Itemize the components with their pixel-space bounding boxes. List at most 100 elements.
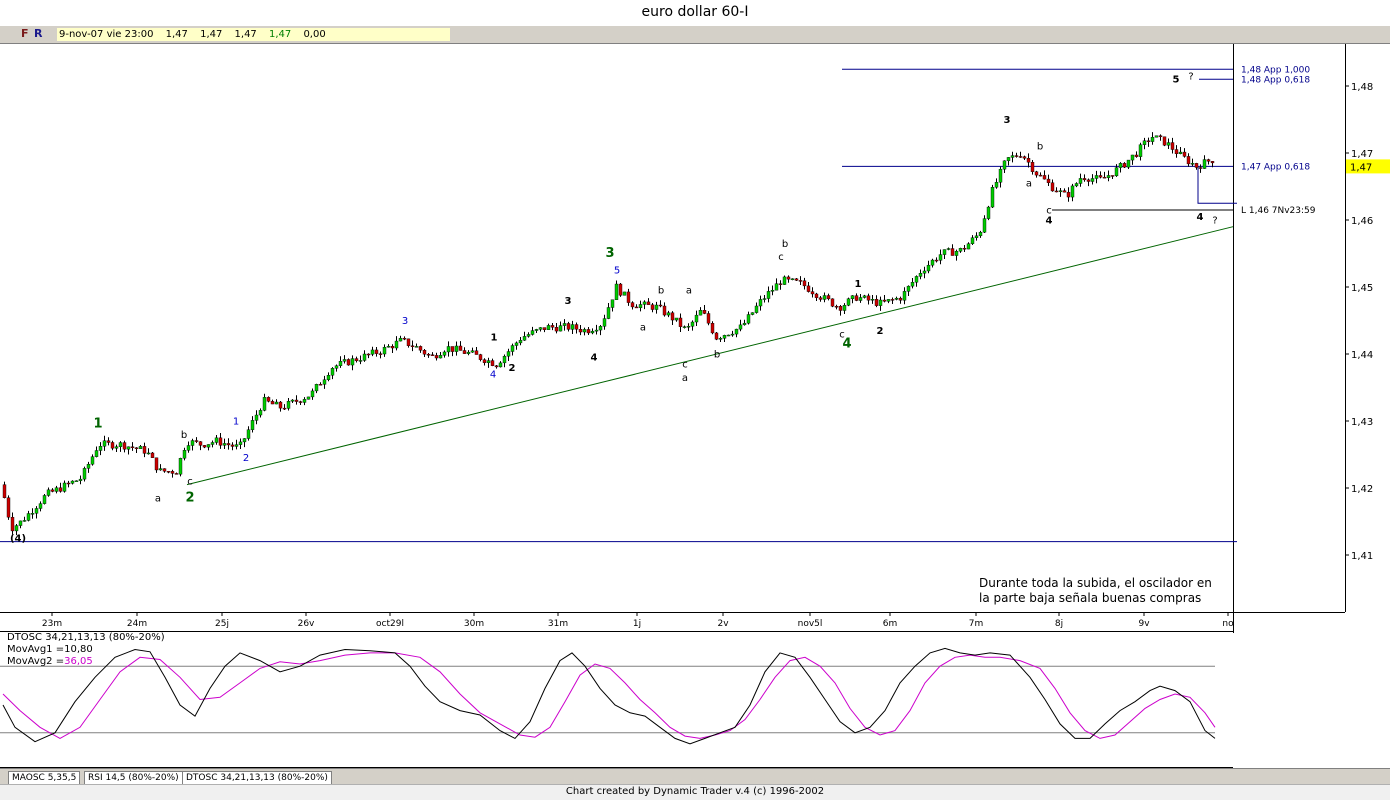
candle-down — [1194, 163, 1199, 168]
candle-up — [206, 444, 211, 448]
candle-down — [550, 325, 555, 328]
wave-label: 3 — [1004, 115, 1011, 126]
candle-down — [422, 350, 427, 355]
price-chart[interactable]: 1,48 1,47 1,46 1,45 1,44 1,43 1,42 1,41 1,47 23m 2… — [0, 0, 1390, 768]
candle-up — [62, 482, 67, 492]
candle-up — [306, 396, 311, 400]
candle-down — [818, 297, 823, 300]
oscillator-name: DTOSC 34,21,13,13 (80%-20%) — [7, 632, 165, 643]
candle-up — [1142, 140, 1147, 145]
price-panel — [0, 44, 1390, 612]
candle-down — [1042, 175, 1047, 180]
candle-up — [386, 346, 391, 348]
candle-up — [938, 254, 943, 261]
candle-down — [458, 345, 463, 351]
candle-up — [622, 291, 627, 296]
candle-down — [702, 310, 707, 314]
candle-down — [266, 397, 271, 402]
candle-up — [766, 291, 771, 299]
candle-up — [562, 323, 567, 326]
candle-up — [642, 301, 647, 305]
candle-up — [914, 276, 919, 283]
candle-up — [342, 359, 347, 362]
candle-up — [526, 334, 531, 337]
candle-up — [850, 295, 855, 299]
candle-up — [930, 259, 935, 266]
x-tick-label: oct29l — [376, 619, 404, 629]
candle-down — [1018, 156, 1023, 158]
candle-up — [42, 495, 47, 504]
candle-up — [30, 513, 35, 515]
candle-up — [338, 361, 343, 366]
candle-up — [530, 330, 535, 335]
wave-label: b — [181, 430, 187, 441]
candle-down — [898, 297, 903, 301]
candle-up — [442, 351, 447, 356]
annotation-line-2: la parte baja señala buenas compras — [979, 591, 1202, 605]
candle-up — [1090, 178, 1095, 182]
candle-down — [1198, 167, 1203, 169]
x-tick-label: 31m — [548, 619, 568, 629]
candle-up — [846, 298, 851, 306]
candle-down — [1066, 191, 1071, 198]
candle-up — [990, 187, 995, 208]
candle-down — [490, 360, 495, 366]
candle-up — [958, 248, 963, 252]
candle-down — [66, 482, 71, 485]
y-tick-label: 1,45 — [1351, 283, 1373, 294]
wave-label: a — [155, 493, 161, 504]
candle-up — [314, 384, 319, 392]
candle-down — [578, 329, 583, 333]
candle-down — [1110, 175, 1115, 177]
candle-up — [70, 480, 75, 484]
candle-down — [166, 471, 171, 473]
wave-label: 4 — [591, 353, 598, 364]
candle-up — [742, 322, 747, 326]
wave-label: 3 — [605, 246, 614, 261]
candle-down — [378, 353, 383, 355]
candle-down — [830, 298, 835, 307]
candle-down — [194, 440, 199, 442]
candle-down — [1210, 161, 1215, 164]
x-tick-label: 2v — [717, 619, 729, 629]
candle-up — [954, 251, 959, 256]
candle-down — [962, 248, 967, 250]
candle-up — [1070, 185, 1075, 198]
candle-down — [542, 327, 547, 330]
candle-down — [1182, 151, 1187, 157]
candle-up — [906, 285, 911, 292]
candle-down — [1170, 142, 1175, 150]
wave-label: 1 — [855, 279, 862, 290]
candle-up — [690, 321, 695, 327]
wave-label: b — [714, 349, 720, 360]
movavg2-value: 36,05 — [64, 656, 93, 667]
candle-down — [706, 313, 711, 324]
candle-up — [498, 362, 503, 368]
candle-up — [90, 456, 95, 465]
candle-down — [1046, 178, 1051, 183]
candle-up — [1078, 178, 1083, 184]
wave-label: 4 — [1046, 215, 1053, 226]
footer-credit: Chart created by Dynamic Trader v.4 (c) … — [0, 784, 1390, 800]
candle-up — [398, 337, 403, 342]
candle-down — [838, 306, 843, 311]
wave-label: 2 — [877, 326, 884, 337]
x-tick-label: 25j — [215, 619, 229, 629]
wave-label: 5 — [614, 266, 620, 277]
movavg1-row: MovAvg1 =10,80 — [7, 644, 165, 656]
candle-down — [318, 384, 323, 386]
wave-label: 2 — [509, 363, 516, 374]
candle-down — [1082, 178, 1087, 181]
candle-down — [658, 304, 663, 307]
candle-up — [594, 329, 599, 332]
candle-up — [182, 450, 187, 459]
candle-up — [698, 310, 703, 316]
candle-down — [1102, 176, 1107, 179]
x-tick-label: nov5l — [798, 619, 823, 629]
candle-up — [754, 305, 759, 313]
candle-up — [998, 168, 1003, 183]
candle-down — [366, 353, 371, 356]
candle-down — [1026, 158, 1031, 163]
candle-down — [826, 295, 831, 300]
candle-up — [34, 508, 39, 514]
